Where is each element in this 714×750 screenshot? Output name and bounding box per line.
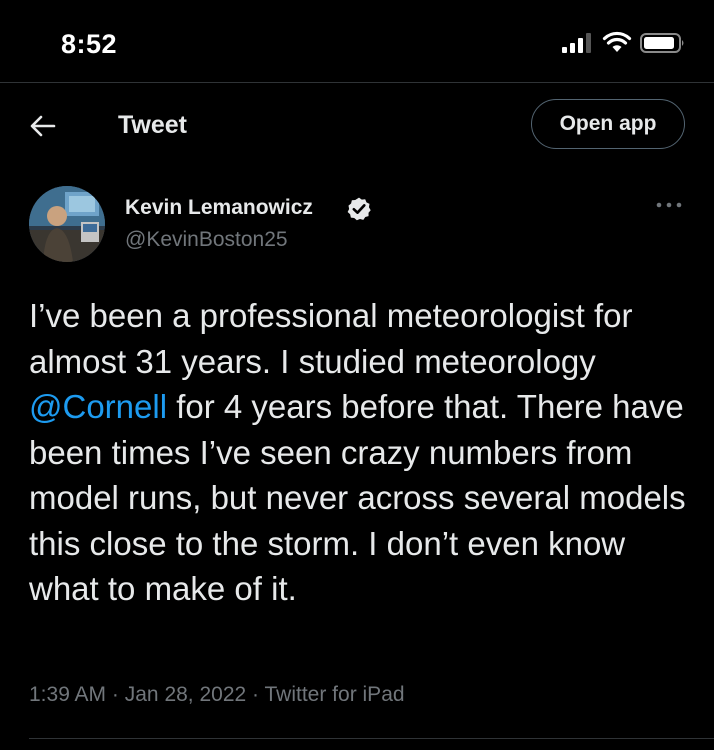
avatar[interactable]	[29, 186, 105, 262]
tweet-source: Twitter for iPad	[264, 683, 405, 706]
tweet-meta: 1:39 AM · Jan 28, 2022 · Twitter for iPa…	[29, 683, 405, 707]
meta-separator: ·	[111, 683, 119, 706]
wifi-icon	[602, 31, 632, 52]
tweet-text-part: I’ve been a professional meteorologist f…	[29, 297, 633, 380]
battery-icon	[640, 33, 684, 53]
bottom-divider	[29, 738, 714, 739]
avatar-image	[29, 186, 105, 262]
verified-badge-icon	[347, 197, 371, 221]
mention-link[interactable]: @Cornell	[29, 388, 167, 425]
open-app-button[interactable]: Open app	[531, 99, 685, 149]
status-time: 8:52	[61, 29, 118, 59]
page-title: Tweet	[118, 111, 187, 139]
status-bar: 8:52	[0, 0, 714, 82]
meta-separator: ·	[252, 683, 260, 706]
signal-icon	[562, 33, 591, 53]
top-navigation: Tweet Open app	[0, 83, 714, 175]
tweet-text: I’ve been a professional meteorologist f…	[29, 293, 699, 612]
author-handle[interactable]: @KevinBoston25	[125, 228, 288, 252]
author-name[interactable]: Kevin Lemanowicz	[125, 196, 313, 220]
more-options-icon[interactable]	[654, 199, 684, 211]
tweet-time[interactable]: 1:39 AM	[29, 683, 106, 706]
back-arrow-icon[interactable]	[28, 111, 58, 141]
tweet-date[interactable]: Jan 28, 2022	[125, 683, 246, 706]
